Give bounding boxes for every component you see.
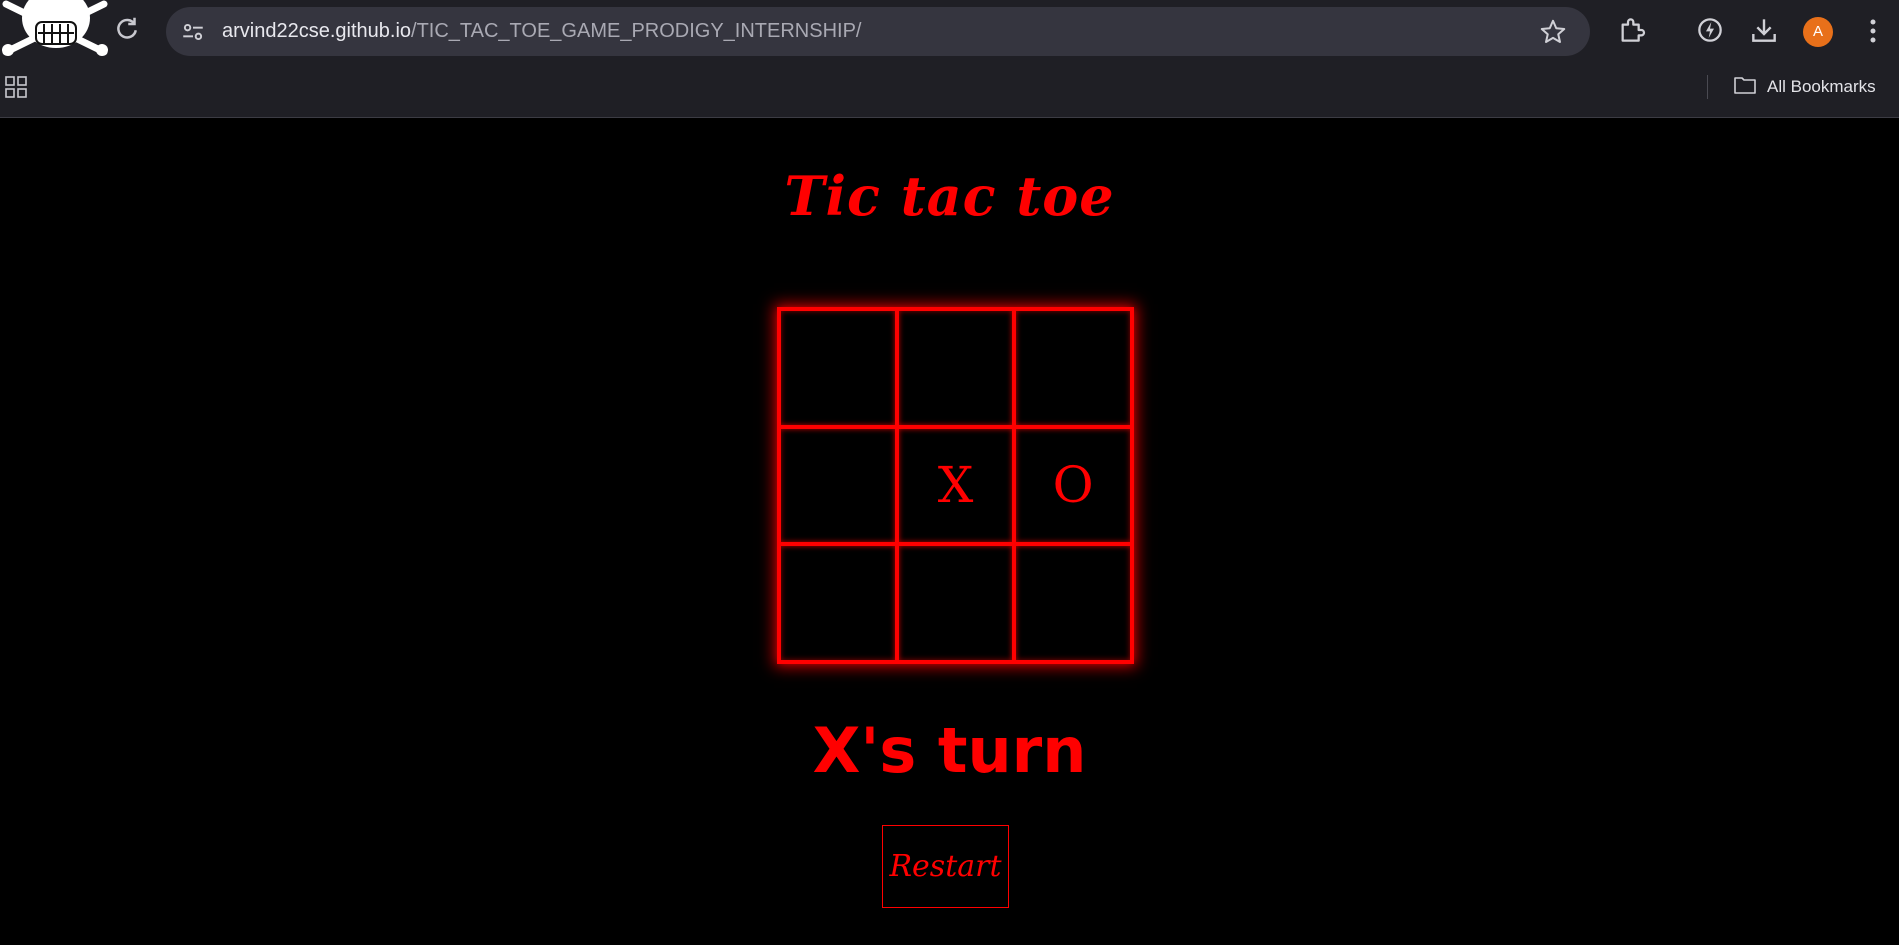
turn-status: X's turn — [812, 714, 1087, 787]
game-board: X O — [777, 307, 1134, 664]
bookmarks-divider — [1707, 75, 1708, 99]
restart-button[interactable]: Restart — [882, 825, 1009, 908]
url-path: /TIC_TAC_TOE_GAME_PRODIGY_INTERNSHIP/ — [411, 20, 862, 42]
download-icon[interactable] — [1748, 14, 1780, 46]
more-menu-icon[interactable] — [1858, 14, 1888, 48]
apps-grid-icon[interactable] — [5, 76, 27, 98]
board-cell[interactable] — [779, 426, 897, 545]
board-cell[interactable]: X — [896, 426, 1015, 545]
board-cell[interactable] — [779, 309, 897, 427]
url-text[interactable]: arvind22cse.github.io/TIC_TAC_TOE_GAME_P… — [222, 7, 861, 56]
board-cell[interactable] — [779, 544, 897, 662]
board-cell[interactable]: O — [1014, 426, 1132, 545]
board-cell[interactable] — [1014, 544, 1132, 662]
browser-toolbar: arvind22cse.github.io/TIC_TAC_TOE_GAME_P… — [0, 0, 1899, 118]
all-bookmarks-label: All Bookmarks — [1767, 77, 1876, 96]
address-bar[interactable]: arvind22cse.github.io/TIC_TAC_TOE_GAME_P… — [166, 7, 1590, 56]
url-domain: arvind22cse.github.io — [222, 20, 412, 42]
game-page: Tic tac toe X O X's turn Restart — [0, 118, 1899, 945]
site-info-icon[interactable] — [180, 19, 206, 45]
board-cell[interactable] — [896, 309, 1015, 427]
extensions-icon[interactable] — [1616, 14, 1648, 46]
skull-logo-icon — [0, 0, 130, 60]
page-title: Tic tac toe — [784, 164, 1115, 228]
board-cell[interactable] — [1014, 309, 1132, 427]
folder-icon — [1733, 75, 1757, 100]
performance-icon[interactable] — [1694, 14, 1726, 46]
bookmark-star-icon[interactable] — [1538, 17, 1568, 47]
all-bookmarks-button[interactable]: All Bookmarks — [1733, 72, 1876, 102]
profile-avatar[interactable]: A — [1803, 17, 1833, 47]
reload-icon[interactable] — [112, 14, 142, 44]
board-cell[interactable] — [896, 544, 1015, 662]
